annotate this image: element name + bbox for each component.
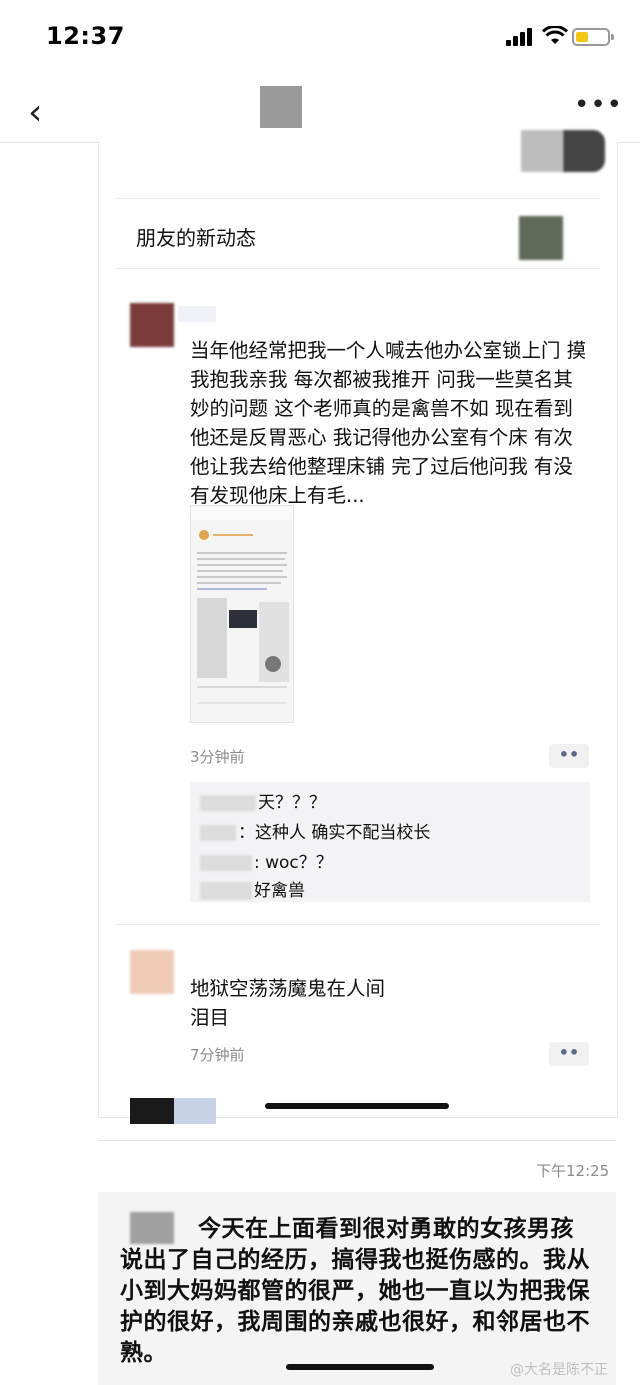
reply-time: 7分钟前 — [190, 1046, 245, 1064]
comment-text: ：这种人 确实不配当校长 — [238, 823, 431, 843]
post-actions-button[interactable]: •• — [549, 744, 589, 768]
reply-line: 地狱空荡荡魔鬼在人间 — [190, 977, 386, 1000]
home-indicator — [265, 1103, 449, 1109]
comment-item[interactable]: 天？？？ — [200, 788, 326, 813]
divider — [115, 198, 600, 199]
commenter-name — [200, 882, 252, 900]
chat-avatar[interactable] — [260, 86, 302, 128]
watermark-text: @大名是陈不正 — [510, 1362, 608, 1378]
wifi-icon — [542, 26, 568, 44]
commenter-name — [200, 825, 236, 841]
comment-text: 好禽兽 — [254, 881, 305, 901]
comment-item[interactable]: : woc？？ — [200, 848, 333, 873]
home-indicator — [286, 1364, 434, 1370]
comments-box: 天？？？ ：这种人 确实不配当校长 : woc？？ 好禽兽 — [190, 782, 590, 902]
divider — [115, 924, 600, 925]
status-bar: 12:37 — [0, 0, 640, 70]
comment-item[interactable]: ：这种人 确实不配当校长 — [200, 818, 430, 843]
reply-line: 泪目 — [190, 1006, 230, 1029]
post-author-name[interactable] — [178, 306, 216, 322]
comment-item[interactable]: 好禽兽 — [200, 876, 305, 901]
divider — [98, 1140, 616, 1141]
signal-icon — [506, 28, 534, 46]
commenter-name — [200, 855, 252, 871]
friends-updates-thumb[interactable] — [519, 216, 563, 260]
moments-card — [98, 142, 618, 1118]
post-text: 当年他经常把我一个人喊去他办公室锁上门 摸我抱我亲我 每次都被我推开 问我一些莫… — [190, 339, 587, 507]
message-timestamp: 下午12:25 — [536, 1162, 610, 1180]
comment-text: : woc？？ — [254, 853, 333, 873]
post-time: 3分钟前 — [190, 748, 245, 766]
reply-text: 地狱空荡荡魔鬼在人间 泪目 — [190, 974, 385, 1032]
status-time: 12:37 — [46, 22, 125, 50]
letter-avatar — [130, 1212, 174, 1244]
divider — [115, 268, 600, 269]
more-options-button[interactable]: ••• — [574, 90, 623, 120]
post-image[interactable] — [190, 505, 294, 723]
avatar — [130, 1098, 174, 1124]
reply-actions-button[interactable]: •• — [549, 1042, 589, 1066]
letter-text: 今天在上面看到很对勇敢的女孩男孩说出了自己的经历，搞得我也挺伤感的。我从小到大妈… — [120, 1216, 590, 1366]
reply-avatar[interactable] — [130, 950, 174, 994]
top-thumb-light — [521, 130, 563, 172]
back-button[interactable]: ‹ — [28, 92, 42, 133]
friends-updates-label[interactable]: 朋友的新动态 — [136, 222, 256, 251]
post-avatar[interactable] — [130, 303, 174, 347]
bottom-avatars — [130, 1098, 216, 1124]
battery-icon — [572, 28, 614, 46]
comment-text: 天？？？ — [258, 793, 326, 813]
top-thumb-dark — [563, 130, 605, 172]
commenter-name — [200, 795, 256, 811]
avatar — [174, 1098, 216, 1124]
letter-message[interactable]: 今天在上面看到很对勇敢的女孩男孩说出了自己的经历，搞得我也挺伤感的。我从小到大妈… — [98, 1192, 616, 1385]
